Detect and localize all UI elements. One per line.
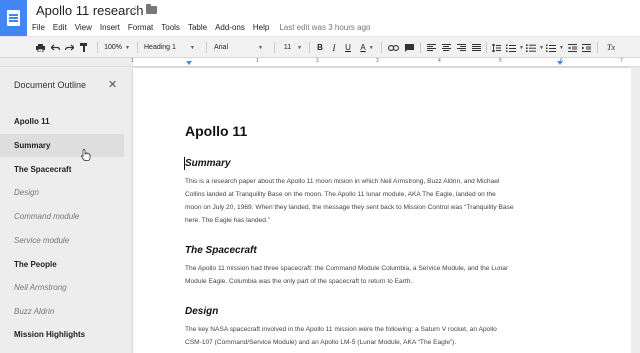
ruler[interactable]: 1 1 2 3 4 5 6 7 [131, 58, 640, 67]
paragraph-line: moon on July 20, 1969. When they landed,… [185, 204, 514, 211]
star-icon[interactable]: ☆ [130, 3, 141, 17]
outline-item-mission-highlights[interactable]: Mission Highlights [0, 323, 124, 346]
checklist-button[interactable]: ▼ [546, 37, 564, 58]
docs-logo-icon[interactable] [0, 0, 27, 36]
document-outline-panel: Document Outline ✕ Apollo 11 Summary The… [0, 67, 133, 353]
outline-item-design[interactable]: Design [0, 181, 124, 204]
last-edit-status[interactable]: Last edit was 3 hours ago [279, 23, 370, 32]
menu-addons[interactable]: Add-ons [215, 23, 245, 32]
print-icon[interactable] [34, 37, 46, 58]
paint-format-icon[interactable] [78, 37, 90, 58]
chevron-down-icon: ▼ [189, 44, 195, 51]
outline-item-buzz-aldrin[interactable]: Buzz Aldrin [0, 300, 124, 323]
italic-button[interactable]: I [328, 37, 340, 58]
doc-title: Apollo 11 [185, 123, 248, 139]
chevron-down-icon: ▼ [368, 44, 374, 51]
chevron-down-icon: ▼ [297, 44, 303, 51]
zoom-select[interactable]: 100% ▼ [102, 37, 132, 58]
menu-help[interactable]: Help [253, 23, 269, 32]
paragraph-line: The Apollo 11 mission had three spacecra… [185, 265, 509, 272]
chevron-down-icon: ▼ [519, 44, 524, 51]
paragraph-line: here. The Eagle has landed.” [185, 217, 270, 224]
menu-file[interactable]: File [32, 23, 45, 32]
heading-the-spacecraft: The Spacecraft [185, 245, 257, 256]
bulleted-list-button[interactable]: ▼ [526, 37, 544, 58]
align-left-icon[interactable] [425, 37, 437, 58]
underline-button[interactable]: U [342, 37, 354, 58]
paragraph-design: The key NASA spacecraft involved in the … [185, 323, 555, 349]
comment-icon[interactable] [403, 37, 415, 58]
ruler-label: 1 [256, 58, 259, 64]
chevron-down-icon: ▼ [539, 44, 544, 51]
paragraph-line: CSM-107 (Command/Service Module) and an … [185, 339, 457, 346]
outline-item-the-spacecraft[interactable]: The Spacecraft [0, 158, 124, 181]
undo-icon[interactable] [49, 37, 61, 58]
font-size-select[interactable]: 11 ▼ [280, 37, 306, 58]
bold-button[interactable]: B [314, 37, 326, 58]
font-size-value: 11 [283, 44, 292, 51]
paragraph-line: The key NASA spacecraft involved in the … [185, 326, 497, 333]
paragraph-line: Module Eagle. Columbia was the only part… [185, 278, 413, 285]
ruler-label: 2 [316, 58, 319, 64]
outline-item-service-module[interactable]: Service module [0, 229, 124, 252]
app-header: Apollo 11 research ☆ File Edit View Inse… [0, 0, 640, 36]
menu-edit[interactable]: Edit [53, 23, 67, 32]
style-value: Heading 1 [144, 44, 176, 51]
align-justify-icon[interactable] [470, 37, 482, 58]
redo-icon[interactable] [63, 37, 75, 58]
menu-format[interactable]: Format [128, 23, 153, 32]
folder-icon[interactable] [146, 4, 157, 14]
align-right-icon[interactable] [455, 37, 467, 58]
link-icon[interactable] [386, 37, 400, 58]
line-spacing-icon[interactable] [490, 37, 502, 58]
ruler-label: 7 [620, 58, 623, 64]
ruler-margin [0, 58, 133, 67]
paragraph-line: This is a research paper about the Apoll… [185, 178, 500, 185]
paragraph-line: Collins landed at Tranquility Base on th… [185, 191, 496, 198]
menu-table[interactable]: Table [188, 23, 207, 32]
ruler-label: 1 [131, 58, 134, 64]
outline-item-the-people[interactable]: The People [0, 253, 124, 276]
left-indent-marker[interactable] [186, 61, 192, 65]
ruler-label: 5 [499, 58, 502, 64]
outline-item-apollo-11[interactable]: Apollo 11 [0, 110, 124, 133]
text-color-button[interactable]: A ▼ [358, 37, 376, 58]
menu-bar: File Edit View Insert Format Tools Table… [32, 21, 378, 33]
chevron-down-icon: ▼ [258, 44, 263, 51]
zoom-value: 100% [104, 44, 122, 51]
menu-insert[interactable]: Insert [100, 23, 120, 32]
clear-formatting-button[interactable]: Tx [603, 37, 619, 58]
hand-cursor-icon [81, 149, 91, 161]
paragraph-summary: This is a research paper about the Apoll… [185, 175, 555, 227]
outline-item-neil-armstrong[interactable]: Neil Armstrong [0, 276, 124, 299]
outline-item-summary[interactable]: Summary [0, 134, 124, 157]
align-center-icon[interactable] [440, 37, 452, 58]
toolbar: 100% ▼ Heading 1 ▼ Arial ▼ 11 ▼ B I U A ▼ ▼ [0, 36, 640, 58]
menu-tools[interactable]: Tools [161, 23, 180, 32]
style-select[interactable]: Heading 1 ▼ [144, 37, 199, 58]
heading-summary: Summary [185, 158, 231, 169]
ruler-label: 3 [376, 58, 379, 64]
heading-design: Design [185, 306, 219, 317]
outline-title: Document Outline [14, 80, 87, 90]
menu-view[interactable]: View [75, 23, 92, 32]
chevron-down-icon: ▼ [559, 44, 564, 51]
outline-item-command-module[interactable]: Command module [0, 205, 124, 228]
text-color-icon: A [360, 43, 366, 52]
right-indent-marker[interactable] [557, 61, 563, 65]
close-icon[interactable]: ✕ [108, 78, 117, 91]
chevron-down-icon: ▼ [124, 44, 130, 51]
increase-indent-icon[interactable] [580, 37, 592, 58]
document-title[interactable]: Apollo 11 research [36, 3, 143, 18]
decrease-indent-icon[interactable] [566, 37, 578, 58]
right-gutter [631, 67, 640, 353]
ruler-label: 4 [438, 58, 441, 64]
numbered-list-button[interactable]: ▼ [506, 37, 524, 58]
document-page[interactable]: Apollo 11 Summary This is a research pap… [133, 68, 631, 353]
font-value: Arial [214, 44, 229, 51]
paragraph-spacecraft: The Apollo 11 mission had three spacecra… [185, 262, 555, 288]
font-select[interactable]: Arial ▼ [214, 37, 270, 58]
